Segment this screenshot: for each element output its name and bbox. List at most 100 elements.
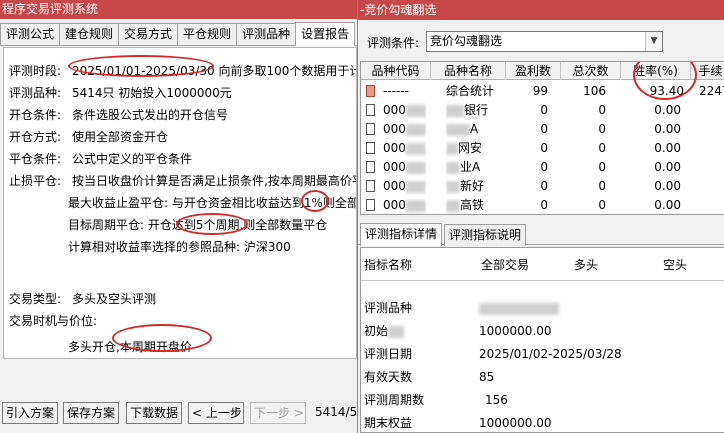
row-label: 平仓条件: xyxy=(9,152,62,166)
metric-value: 2025/01/02-2025/03/28 xyxy=(479,347,622,361)
row-value: 最大收益止盈平仓: 与开仓资金相比收益达到1%则全部 xyxy=(68,196,357,210)
tab-metric-details[interactable]: 评测指标详情 xyxy=(360,223,443,246)
summary-row-timing: 交易时机与价位: xyxy=(4,310,356,332)
detail-row: 初始 1000000.00 xyxy=(361,321,724,341)
condition-select[interactable]: 竞价勾魂翻选 ▼ xyxy=(426,31,663,52)
table-row[interactable]: 000 A 0 0 0.00 xyxy=(361,120,724,138)
cell-name: 网安 xyxy=(446,139,482,157)
cell-total: 106 xyxy=(583,84,606,98)
row-label: 评测时段: xyxy=(9,64,62,78)
metric-name: 评测日期 xyxy=(364,347,413,361)
row-label: 交易类型: xyxy=(9,292,62,306)
cell-code: 000 xyxy=(383,158,426,176)
cell-winrate: 0.00 xyxy=(654,103,681,117)
row-value: 公式中定义的平仓条件 xyxy=(72,152,193,166)
divider xyxy=(361,280,724,281)
col-header-total[interactable]: 总次数 xyxy=(561,62,621,80)
metric-value xyxy=(479,298,559,318)
cell-winrate: 0.00 xyxy=(654,141,681,155)
summary-row-close-condition: 平仓条件: 公式中定义的平仓条件 xyxy=(4,148,356,170)
tab-strip: 评测公式 建仓规则 交易方式 平仓规则 评测品种 设置报告 xyxy=(0,22,362,46)
detail-header-short: 空头 xyxy=(663,258,688,272)
metric-value: 156 xyxy=(485,393,508,407)
cell-winrate: 0.00 xyxy=(654,160,681,174)
download-data-button[interactable]: 下载数据 xyxy=(126,402,182,424)
detail-row: 评测品种 xyxy=(361,298,724,318)
save-scheme-button[interactable]: 保存方案 xyxy=(63,402,119,424)
cell-total: 0 xyxy=(598,198,606,212)
table-row[interactable]: 000 新好 0 0 0.00 xyxy=(361,177,724,195)
summary-row-instruments: 评测品种: 5414只 初始投入1000000元 xyxy=(4,82,356,104)
document-icon xyxy=(366,199,375,211)
import-scheme-button[interactable]: 引入方案 xyxy=(2,402,58,424)
result-window-title: -竞价勾魂翻选 xyxy=(358,0,724,20)
cell-code: 000 xyxy=(383,139,426,157)
row-value: 多头及空头评测 xyxy=(72,292,157,306)
metric-name: 有效天数 xyxy=(364,370,413,384)
document-icon xyxy=(366,123,375,135)
table-row[interactable]: 000 银行 0 0 0.00 xyxy=(361,101,724,119)
wizard-button-bar: 引入方案 保存方案 下载数据 < 上一步 下一步 > 5414/54 xyxy=(0,402,365,424)
tab-trade-mode[interactable]: 交易方式 xyxy=(118,23,179,45)
row-label: 评测品种: xyxy=(9,86,62,100)
cell-total: 0 xyxy=(598,179,606,193)
metric-details-panel: 指标名称 全部交易 多头 空头 评测品种 初始 1000000.00 评测日期 … xyxy=(360,247,724,433)
tab-open-rules[interactable]: 建仓规则 xyxy=(59,23,120,45)
summary-subrow-target-period: 目标周期平仓: 开仓达到5个周期,则全部数量平仓 xyxy=(4,214,356,236)
tab-instruments[interactable]: 评测品种 xyxy=(236,23,297,45)
detail-row: 有效天数 85 xyxy=(361,367,724,387)
cell-wins: 0 xyxy=(540,160,548,174)
detail-header-all: 全部交易 xyxy=(481,258,530,272)
window-title: 程序交易评测系统 xyxy=(0,0,361,19)
document-icon xyxy=(366,104,375,116)
col-header-code[interactable]: 品种代码 xyxy=(361,62,431,80)
detail-header-long: 多头 xyxy=(574,258,599,272)
detail-row: 评测周期数 156 xyxy=(361,390,724,410)
row-label: 交易时机与价位: xyxy=(9,314,98,328)
table-row[interactable]: 000 网安 0 0 0.00 xyxy=(361,139,724,157)
document-icon xyxy=(366,180,375,192)
detail-header-name: 指标名称 xyxy=(364,258,413,272)
tab-formula[interactable]: 评测公式 xyxy=(0,23,61,45)
table-row-summary[interactable]: ------ 综合统计 99 106 93.40 2247 xyxy=(361,82,724,100)
condition-select-value: 竞价勾魂翻选 xyxy=(430,34,503,48)
table-row[interactable]: 000 高铁 0 0 0.00 xyxy=(361,196,724,214)
col-header-name[interactable]: 品种名称 xyxy=(431,62,506,80)
cell-wins: 99 xyxy=(532,84,548,98)
row-label: 开仓条件: xyxy=(9,108,62,122)
cell-wins: 0 xyxy=(540,122,548,136)
result-window: -竞价勾魂翻选 评测条件: 竞价勾魂翻选 ▼ 品种代码 品种名称 盈利数 总次数… xyxy=(357,0,724,433)
summary-row-stop-loss: 止损平仓: 按当日收盘价计算是否满足止损条件,按本周期最高价平仓 xyxy=(4,170,356,192)
cell-wins: 0 xyxy=(540,141,548,155)
prev-step-button[interactable]: < 上一步 xyxy=(188,402,244,424)
cell-name: 新好 xyxy=(446,177,484,195)
tab-metric-explanation[interactable]: 评测指标说明 xyxy=(444,224,527,246)
col-header-fee[interactable]: 手续 xyxy=(691,62,724,80)
tab-close-rules[interactable]: 平仓规则 xyxy=(177,23,238,45)
summary-row-open-mode: 开仓方式: 使用全部资金开仓 xyxy=(4,126,356,148)
cell-name: 银行 xyxy=(446,101,488,119)
metric-value: 1000000.00 xyxy=(479,324,552,338)
detail-tab-strip: 评测指标详情 评测指标说明 xyxy=(358,223,724,246)
row-label: 止损平仓: xyxy=(9,174,62,188)
tab-report-settings[interactable]: 设置报告 xyxy=(295,22,356,46)
cell-code: ------ xyxy=(383,84,409,98)
summary-subrow-take-profit: 最大收益止盈平仓: 与开仓资金相比收益达到1%则全部 xyxy=(4,192,356,214)
cell-name: 综合统计 xyxy=(446,84,495,98)
table-row[interactable]: 000 业A 0 0 0.00 xyxy=(361,158,724,176)
summary-subrow-benchmark: 计算相对收益率选择的参照品种: 沪深300 xyxy=(4,236,356,258)
results-table: 品种代码 品种名称 盈利数 总次数 胜率(%) 手续 ------ 综合统计 9… xyxy=(360,61,724,215)
chevron-down-icon[interactable]: ▼ xyxy=(645,32,662,51)
col-header-winrate[interactable]: 胜率(%) xyxy=(621,62,691,80)
row-value: 目标周期平仓: 开仓达到5个周期,则全部数量平仓 xyxy=(68,218,328,232)
cell-code: 000 xyxy=(383,120,426,138)
cell-code: 000 xyxy=(383,101,426,119)
metric-name: 初始 xyxy=(364,321,405,341)
detail-row: 评测日期 2025/01/02-2025/03/28 xyxy=(361,344,724,364)
next-step-button[interactable]: 下一步 > xyxy=(250,402,306,424)
row-value: 5414只 初始投入1000000元 xyxy=(72,86,232,100)
metric-name: 期末权益 xyxy=(364,416,413,430)
row-value: 使用全部资金开仓 xyxy=(72,130,169,144)
col-header-wins[interactable]: 盈利数 xyxy=(506,62,561,80)
